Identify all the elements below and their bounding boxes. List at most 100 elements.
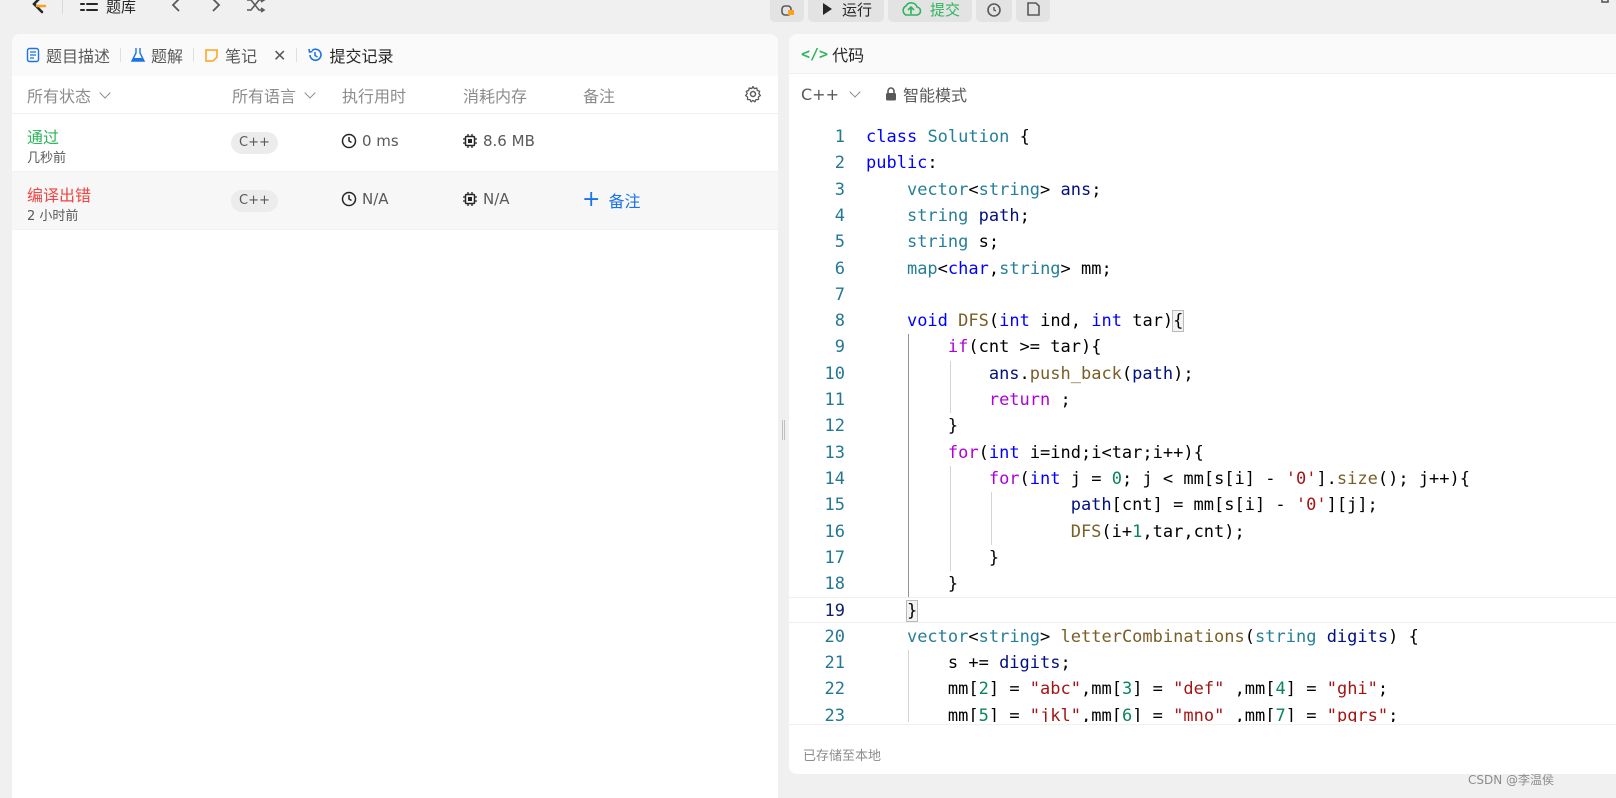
note-icon (1027, 2, 1040, 16)
code-editor[interactable]: 1 class Solution { 2 public: 3 vector<string… (789, 124, 1616, 722)
line-number: 10 (824, 363, 845, 384)
code-text: } (866, 416, 959, 437)
code-line[interactable]: 21 s += digits; (789, 650, 1616, 676)
code-line[interactable]: 1 class Solution { (789, 124, 1616, 150)
code-line[interactable]: 2 public: (789, 150, 1616, 176)
tab-divider (296, 48, 298, 62)
language-select-value: C++ (801, 84, 839, 104)
timer-button[interactable] (976, 0, 1013, 22)
code-line[interactable]: 4 string path; (789, 203, 1616, 229)
submit-label: 提交 (930, 0, 961, 19)
code-line[interactable]: 17 } (789, 545, 1616, 571)
memory-value: 8.6 MB (462, 132, 535, 150)
list-icon (80, 0, 98, 16)
run-button[interactable]: 运行 (808, 0, 885, 22)
submission-row[interactable]: 通过 几秒前 C++ 0 ms 8.6 MB (12, 114, 778, 172)
memory-header-label: 消耗内存 (463, 86, 528, 106)
code-line[interactable]: 3 vector<string> ans; (789, 177, 1616, 203)
code-text: string s; (906, 232, 1000, 253)
random-problem-button[interactable] (245, 0, 267, 16)
code-line[interactable]: 16 DFS(i+1,tar,cnt); (789, 519, 1616, 545)
code-line[interactable]: 11 return ; (789, 387, 1616, 413)
code-line[interactable]: 8 void DFS(int ind, int tar){ (789, 308, 1616, 334)
code-line[interactable]: 15 path[cnt] = mm[s[i] - '0'][j]; (789, 492, 1616, 518)
smart-mode-label: 智能模式 (902, 86, 967, 105)
problem-bank-label: 题库 (106, 0, 137, 16)
tab-divider (120, 48, 122, 62)
tab-notes[interactable]: 笔记 ✕ (204, 34, 286, 76)
lock-icon (885, 87, 896, 101)
smart-mode-toggle[interactable]: 智能模式 (885, 82, 967, 106)
line-number: 3 (834, 179, 845, 200)
code-text: mm[2] = "abc",mm[3] = "def" ,mm[4] = "gh… (866, 679, 1389, 700)
play-icon (823, 3, 832, 15)
code-line[interactable]: 14 for(int j = 0; j < mm[s[i] - '0'].siz… (789, 466, 1616, 492)
run-label: 运行 (842, 0, 873, 19)
tab-divider (193, 48, 195, 62)
submission-time: 几秒前 (27, 151, 67, 166)
add-note-label: 备注 (608, 192, 641, 211)
code-line[interactable]: 12 } (789, 413, 1616, 439)
runtime-text: N/A (362, 190, 389, 208)
chip-icon (463, 192, 477, 206)
note-column-header: 备注 (583, 83, 615, 107)
code-text: string path; (906, 205, 1030, 226)
code-panel-header: </> 代码 (789, 34, 1616, 74)
submit-button[interactable]: 提交 (888, 0, 973, 22)
code-line[interactable]: 13 for(int i=ind;i<tar;i++){ (789, 440, 1616, 466)
runtime-column-header: 执行用时 (342, 83, 406, 107)
code-text: path[cnt] = mm[s[i] - '0'][j]; (1070, 495, 1378, 516)
notes-button[interactable] (1016, 0, 1051, 22)
line-number: 8 (834, 311, 845, 332)
indent-guide (907, 334, 909, 598)
line-number: 19 (824, 601, 845, 622)
tab-solutions[interactable]: 题解 (131, 34, 183, 76)
code-line[interactable]: 20 vector<string> letterCombinations(str… (789, 624, 1616, 650)
code-text: DFS(i+1,tar,cnt); (1070, 521, 1245, 542)
tab-submissions[interactable]: 提交记录 (307, 34, 393, 76)
code-line[interactable]: 5 string s; (789, 229, 1616, 255)
chevron-down-icon (99, 86, 111, 99)
add-note-button[interactable]: + 备注 (582, 188, 640, 212)
document-icon (26, 47, 40, 63)
submission-status[interactable]: 编译出错 (27, 182, 91, 206)
line-number: 14 (824, 468, 845, 489)
next-problem-button[interactable] (205, 0, 227, 16)
code-line[interactable]: 7 (789, 282, 1616, 308)
submission-status[interactable]: 通过 (27, 124, 59, 148)
debug-button[interactable] (770, 0, 804, 22)
bug-lock-icon (781, 5, 794, 16)
indent-guide (907, 650, 909, 722)
chevron-left-icon (171, 0, 180, 12)
leetcode-logo-icon[interactable] (28, 0, 50, 14)
panel-resize-handle[interactable] (782, 420, 785, 440)
code-line[interactable]: 10 ans.push_back(path); (789, 361, 1616, 387)
submission-row[interactable]: 编译出错 2 小时前 C++ N/A N/A + 备注 (12, 172, 778, 230)
code-panel: </> 代码 C++ 智能模式 1 class Solution { 2 public… (789, 34, 1616, 774)
save-status: 已存储至本地 (803, 749, 882, 764)
code-line[interactable]: 9 if(cnt >= tar){ (789, 334, 1616, 360)
problem-bank-button[interactable]: 题库 (80, 0, 136, 16)
code-line[interactable]: 19 } (789, 597, 1616, 624)
prev-problem-button[interactable] (165, 0, 187, 16)
settings-gear-icon[interactable] (744, 85, 762, 107)
line-number: 13 (824, 442, 845, 463)
tab-description[interactable]: 题目描述 (26, 34, 110, 76)
code-text: public: (866, 153, 938, 174)
code-text: class Solution { (866, 127, 1030, 147)
status-filter-dropdown[interactable]: 所有状态 (27, 83, 111, 107)
code-line[interactable]: 23 mm[5] = "jkl",mm[6] = "mno" ,mm[7] = … (789, 703, 1616, 722)
line-number: 22 (824, 679, 845, 700)
code-line[interactable]: 22 mm[2] = "abc",mm[3] = "def" ,mm[4] = … (789, 676, 1616, 702)
layout-icon[interactable] (1600, 0, 1610, 8)
code-line[interactable]: 6 map<char,string> mm; (789, 256, 1616, 282)
line-number: 11 (824, 390, 845, 410)
code-line[interactable]: 18 } (789, 571, 1616, 597)
language-select[interactable]: C++ (801, 84, 861, 104)
close-tab-icon[interactable]: ✕ (273, 46, 286, 65)
tab-label: 提交记录 (329, 47, 394, 66)
runtime-value: 0 ms (341, 132, 399, 150)
line-number: 1 (834, 127, 845, 147)
tab-label: 笔记 (225, 47, 258, 66)
language-filter-dropdown[interactable]: 所有语言 (232, 83, 316, 107)
